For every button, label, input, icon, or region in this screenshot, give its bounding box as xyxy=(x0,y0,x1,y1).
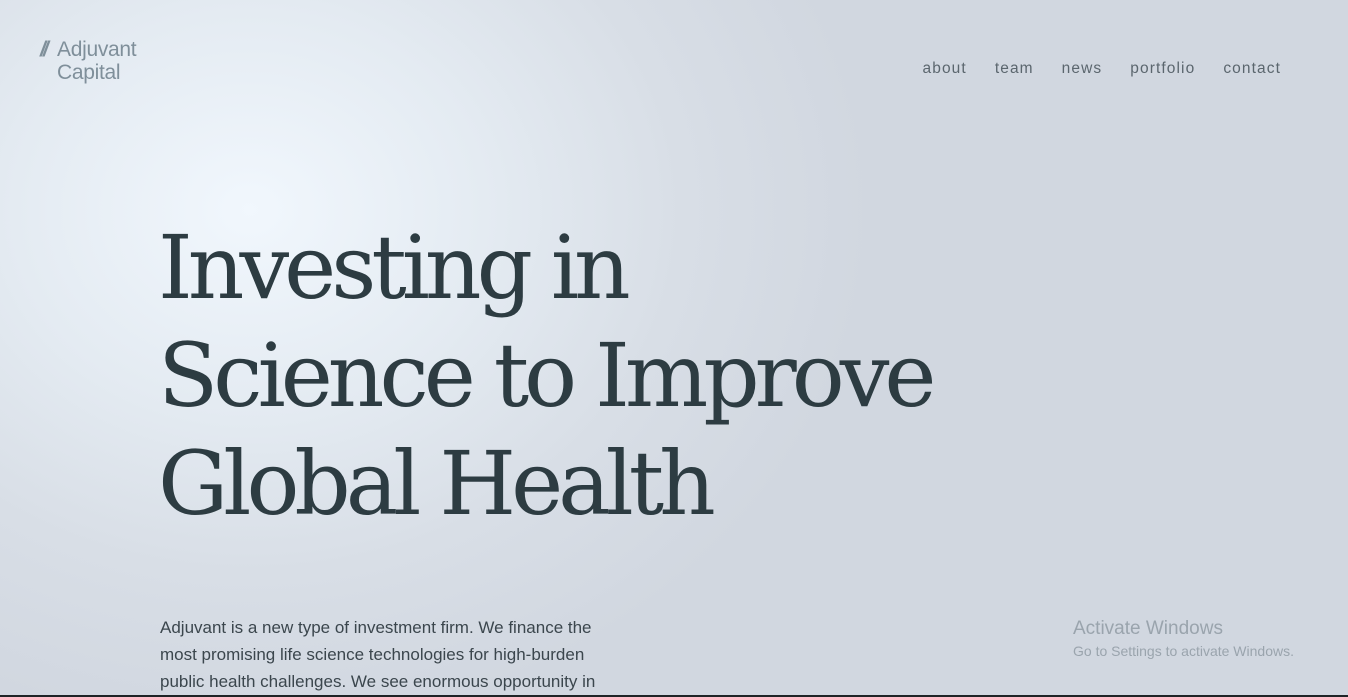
hero-intro-line: most promising life science technologies… xyxy=(160,645,585,664)
logo-text-adjuvant: Adjuvant xyxy=(57,38,137,61)
hero-heading-line: Global Health xyxy=(158,432,716,535)
hero-heading: Investing in Science to Improve Global H… xyxy=(158,214,1058,538)
nav-link-news[interactable]: news xyxy=(1062,59,1103,79)
watermark-subtitle: Go to Settings to activate Windows. xyxy=(1073,643,1294,659)
nav-link-team[interactable]: team xyxy=(995,59,1034,79)
nav-link-about[interactable]: about xyxy=(923,59,967,79)
logo-mark: // xyxy=(40,38,49,61)
nav-link-contact[interactable]: contact xyxy=(1223,59,1281,79)
watermark-title: Activate Windows xyxy=(1073,618,1223,639)
hero-intro-line: Adjuvant is a new type of investment fir… xyxy=(160,618,592,637)
activate-windows-watermark: Activate Windows Go to Settings to activ… xyxy=(1073,618,1294,660)
nav-link-portfolio[interactable]: portfolio xyxy=(1130,59,1195,79)
logo-text-capital: Capital xyxy=(57,61,121,84)
hero-intro-line: public health challenges. We see enormou… xyxy=(160,672,596,691)
hero-heading-line: Science to Improve xyxy=(158,324,937,427)
hero-intro-paragraph: Adjuvant is a new type of investment fir… xyxy=(160,614,650,695)
main-nav: about team news portfolio contact xyxy=(923,59,1281,79)
logo-link[interactable]: // Adjuvant Capital xyxy=(40,38,170,88)
hero-heading-line: Investing in xyxy=(158,216,631,319)
